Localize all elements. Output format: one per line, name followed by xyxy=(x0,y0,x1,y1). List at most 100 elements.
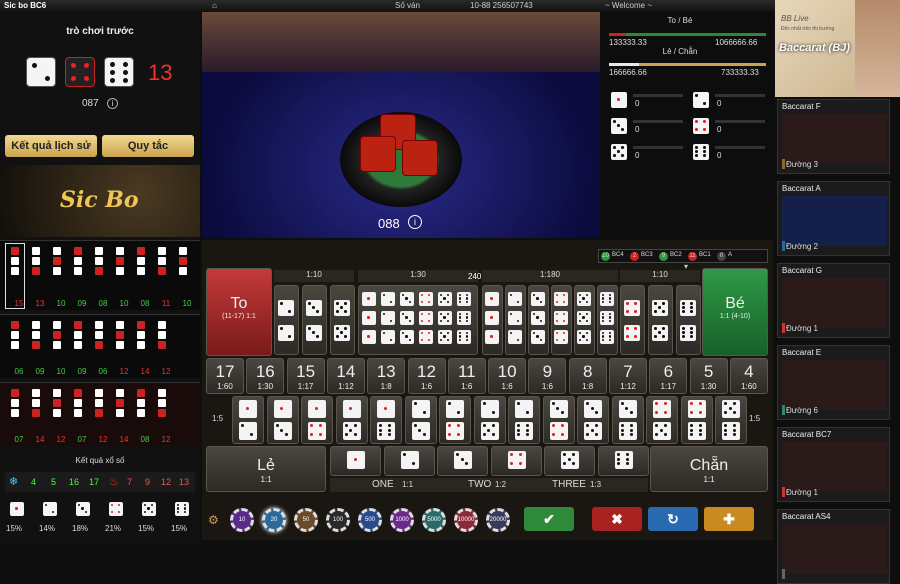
total-bet[interactable]: 17 1:60 xyxy=(206,358,244,394)
pip xyxy=(427,332,430,335)
chip[interactable]: 5000 xyxy=(422,508,446,532)
pip xyxy=(695,128,698,131)
pip xyxy=(367,316,370,319)
settings-gear-icon[interactable]: ⚙ xyxy=(208,513,219,527)
total-bet[interactable]: 6 1:17 xyxy=(649,358,688,394)
die-face xyxy=(454,451,472,469)
round-info-icon[interactable]: i xyxy=(408,215,422,229)
even-bet[interactable]: Chẵn 1:1 xyxy=(650,446,768,492)
total-bet[interactable]: 15 1:17 xyxy=(286,358,325,394)
confirm-button[interactable]: ✔ xyxy=(524,507,574,531)
pip xyxy=(482,433,486,437)
info-icon[interactable]: i xyxy=(107,98,118,109)
mini-die xyxy=(137,409,145,417)
chip[interactable]: 1000 xyxy=(390,508,414,532)
pip xyxy=(689,428,693,432)
total-bet[interactable]: 7 1:12 xyxy=(609,358,647,394)
total-bet[interactable]: 10 1:6 xyxy=(488,358,527,394)
chip[interactable]: 100 xyxy=(326,508,350,532)
chevron-down-icon[interactable]: ▾ xyxy=(676,262,696,272)
pip xyxy=(284,433,288,437)
pip xyxy=(613,120,616,123)
pip xyxy=(340,331,343,334)
double-bet[interactable] xyxy=(620,285,645,355)
even-value: 733333.33 xyxy=(721,68,759,77)
small-range: 1:1 (4-10) xyxy=(719,313,751,320)
chip[interactable]: 20000 xyxy=(486,508,510,532)
pip xyxy=(586,402,589,405)
prev-total: 13 xyxy=(148,60,173,85)
double-bet[interactable] xyxy=(330,285,355,355)
pip xyxy=(626,310,629,313)
mini-die xyxy=(74,321,82,329)
pip xyxy=(562,294,565,297)
home-icon[interactable]: ⌂ xyxy=(212,1,217,10)
double-bet[interactable] xyxy=(676,285,701,355)
chip[interactable]: 10 xyxy=(230,508,254,532)
mini-die xyxy=(179,257,187,265)
total-bet[interactable]: 4 1:60 xyxy=(729,358,768,394)
cancel-button[interactable]: ✖ xyxy=(592,507,642,531)
chip[interactable]: 10000 xyxy=(454,508,478,532)
chip[interactable]: 50 xyxy=(294,508,318,532)
total-bet[interactable]: 9 1:6 xyxy=(528,358,567,394)
pip xyxy=(459,319,462,322)
pip xyxy=(703,154,706,157)
face-percent: 15% xyxy=(138,524,155,533)
pip xyxy=(344,424,348,427)
total-bet[interactable]: 14 1:12 xyxy=(326,358,365,394)
pip xyxy=(585,294,588,297)
baccarat-table-card[interactable]: Baccarat G Đường 1 xyxy=(777,263,890,338)
baccarat-table-card[interactable]: Baccarat F Đường 3 xyxy=(777,99,890,174)
pip xyxy=(421,332,424,335)
pip xyxy=(465,319,468,322)
history-button[interactable]: Kết quả lịch sử xyxy=(5,135,97,157)
total-bet[interactable]: 12 1:6 xyxy=(407,358,446,394)
pip xyxy=(533,294,536,297)
pip xyxy=(517,402,520,405)
total-bet[interactable]: 5 1:30 xyxy=(689,358,728,394)
die-face xyxy=(515,400,533,418)
double-button[interactable]: ✚ xyxy=(704,507,754,531)
rules-button[interactable]: Quy tắc xyxy=(102,135,194,157)
odd-bet[interactable]: Lẻ 1:1 xyxy=(206,446,326,492)
current-round: 088 xyxy=(378,216,400,231)
total-bet[interactable]: 8 1:8 xyxy=(568,358,607,394)
stat-count: 0 xyxy=(635,99,640,108)
pip xyxy=(579,313,582,316)
baccarat-ad-banner[interactable]: BB Live Độc nhất trên thị trường Baccara… xyxy=(775,0,900,97)
double-bet[interactable] xyxy=(648,285,673,355)
chip[interactable]: 500 xyxy=(358,508,382,532)
total-number: 15 xyxy=(296,362,316,381)
die-face xyxy=(584,400,602,418)
double-bet[interactable] xyxy=(302,285,327,355)
die-face xyxy=(614,451,633,469)
pip xyxy=(695,120,698,123)
pip xyxy=(446,332,449,335)
pip xyxy=(413,402,417,405)
welcome-text: ~ Welcome ~ xyxy=(605,1,652,10)
repeat-button[interactable]: ↻ xyxy=(648,507,698,531)
baccarat-table-card[interactable]: Baccarat A Đường 2 xyxy=(777,181,890,256)
baccarat-table-card[interactable]: Baccarat E Đường 6 xyxy=(777,345,890,420)
small-bet[interactable]: Bé 1:1 (4-10) xyxy=(702,268,768,356)
chip[interactable]: 20 xyxy=(262,508,286,532)
baccarat-table-card[interactable]: Baccarat BC7 Đường 1 xyxy=(777,427,890,502)
total-bet[interactable]: 16 1:30 xyxy=(246,358,285,394)
roadmap-total: 07 xyxy=(77,435,87,444)
big-bet[interactable]: To (11-17) 1:1 xyxy=(206,268,272,356)
pip xyxy=(625,457,629,461)
die-face xyxy=(400,292,414,306)
double-bet[interactable] xyxy=(274,285,299,355)
pip xyxy=(465,462,469,466)
pip xyxy=(349,428,353,432)
ad-brand: BB Live xyxy=(781,14,809,23)
three-label: THREE xyxy=(552,479,586,490)
mini-die xyxy=(116,331,124,339)
total-number: 14 xyxy=(336,362,356,381)
mini-die xyxy=(95,321,103,329)
roadmap-total: 12 xyxy=(119,367,129,376)
baccarat-table-card[interactable]: Baccarat AS4 xyxy=(777,509,890,584)
total-bet[interactable]: 11 1:6 xyxy=(447,358,486,394)
total-bet[interactable]: 13 1:8 xyxy=(367,358,406,394)
